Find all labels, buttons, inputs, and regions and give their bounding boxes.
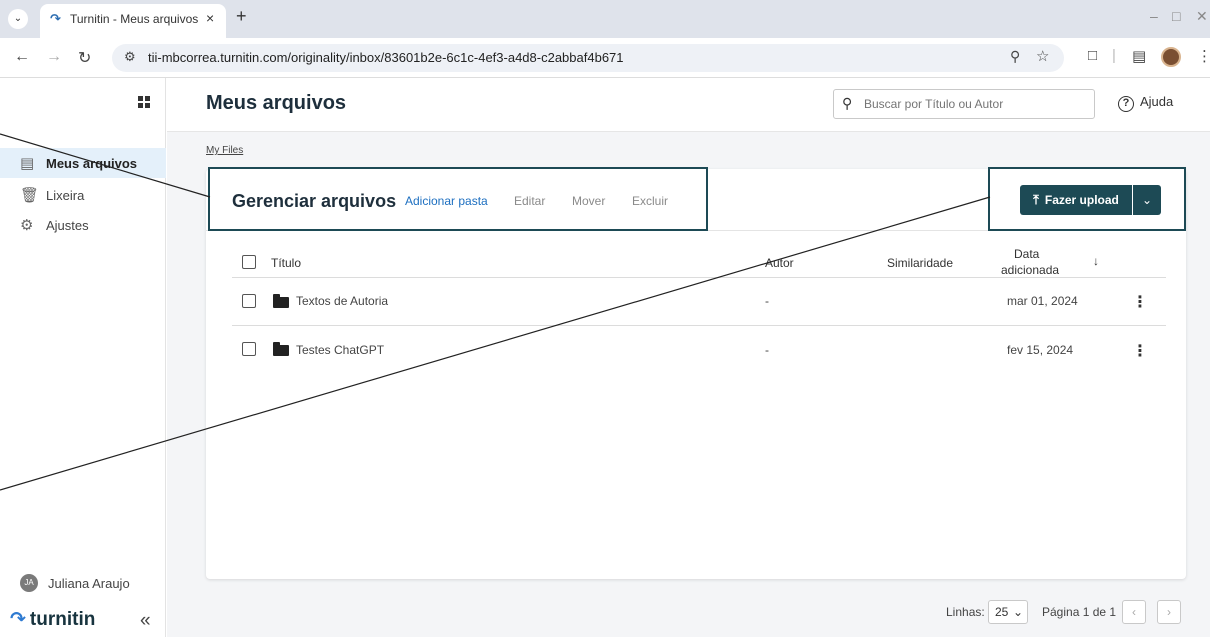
trash-icon: 🗑 [20,187,40,204]
row-divider [232,325,1166,326]
row-checkbox[interactable] [242,342,256,356]
row-more-icon[interactable]: ⋮ [1132,341,1148,361]
row-title[interactable]: Testes ChatGPT [296,343,384,357]
help-button[interactable]: ? Ajuda [1118,94,1173,112]
search-input[interactable] [864,95,1084,113]
help-label: Ajuda [1140,94,1174,109]
browser-tab[interactable]: ↷ Turnitin - Meus arquivos × [40,4,226,38]
sidebar-item-lixeira[interactable]: 🗑 Lixeira [0,180,166,210]
bookmark-star-icon[interactable]: ☆ [1036,47,1049,65]
search-box[interactable]: ⚲ [833,89,1095,119]
turnitin-logo-icon: ↷ [10,609,26,630]
back-icon[interactable]: ← [14,48,30,66]
folder-icon [273,342,289,356]
files-icon: ▤ [20,155,35,172]
browser-tab-bar: ⌄ ↷ Turnitin - Meus arquivos × + – □ ✕ [0,0,1210,38]
logo-text: turnitin [29,609,96,630]
row-author: - [765,294,769,308]
manage-highlight-box [208,167,708,231]
reload-icon[interactable]: ↻ [78,48,91,68]
url-text[interactable]: tii-mbcorrea.turnitin.com/originality/in… [148,50,624,65]
column-author[interactable]: Autor [765,256,794,270]
toolbar-divider: | [1112,47,1116,64]
page-title: Meus arquivos [206,92,347,114]
breadcrumb[interactable]: My Files [206,145,243,156]
sidebar-item-label: Ajustes [46,218,89,233]
close-window-icon[interactable]: ✕ [1196,8,1208,25]
select-all-checkbox[interactable] [242,255,256,269]
user-avatar[interactable]: JA [20,574,38,592]
minimize-icon[interactable]: – [1150,8,1158,24]
turnitin-favicon-icon: ↷ [50,11,61,26]
rows-value: 25 [995,605,1009,619]
zoom-icon[interactable]: ⚲ [1010,48,1020,65]
upload-highlight-box [988,167,1186,231]
tab-list-chevron-icon[interactable]: ⌄ [8,9,28,29]
forward-icon[interactable]: → [46,48,62,66]
column-date-line1[interactable]: Data [1014,247,1039,261]
user-name[interactable]: Juliana Araujo [48,576,130,591]
url-field[interactable]: ⚙ tii-mbcorrea.turnitin.com/originality/… [112,44,1064,72]
chevron-down-icon: ⌄ [1013,605,1024,619]
sidebar-item-ajustes[interactable]: ⚙ Ajustes [0,210,166,240]
page-indicator: Página 1 de 1 [1042,605,1117,619]
sidebar-item-label: Lixeira [46,188,85,203]
row-checkbox[interactable] [242,294,256,308]
site-settings-icon[interactable]: ⚙ [124,49,136,65]
row-date: mar 01, 2024 [1007,294,1078,308]
tab-title: Turnitin - Meus arquivos [70,12,199,26]
next-page-button[interactable]: › [1157,600,1181,624]
row-more-icon[interactable]: ⋮ [1132,292,1148,312]
folder-icon [273,294,289,308]
browser-menu-icon[interactable]: ⋮ [1197,47,1210,65]
extensions-icon[interactable]: □ [1088,47,1097,64]
header-divider [232,277,1166,278]
new-tab-button[interactable]: + [236,6,247,27]
sidebar-item-meus-arquivos[interactable]: ▤ Meus arquivos [0,148,166,178]
sort-descending-icon[interactable]: ↓ [1093,254,1099,268]
row-date: fev 15, 2024 [1007,343,1074,357]
sidebar-item-label: Meus arquivos [46,156,138,171]
gear-icon: ⚙ [20,217,34,234]
rows-per-page-select[interactable]: 25 ⌄ [988,600,1028,624]
rows-label: Linhas: [946,605,985,619]
column-similarity[interactable]: Similaridade [887,256,953,270]
row-author: - [765,343,769,357]
restore-icon[interactable]: □ [1172,8,1180,24]
collapse-sidebar-icon[interactable]: « [140,610,151,632]
address-bar: ← → ↻ ⚙ tii-mbcorrea.turnitin.com/origin… [0,38,1210,78]
prev-page-button[interactable]: ‹ [1122,600,1146,624]
row-title[interactable]: Textos de Autoria [296,294,388,308]
column-title[interactable]: Título [271,256,301,270]
turnitin-logo: ↷ turnitin [10,608,95,631]
tab-close-icon[interactable]: × [206,10,214,26]
side-panel-icon[interactable]: ▤ [1132,47,1146,65]
column-date-line2[interactable]: adicionada [1001,263,1059,277]
help-icon: ? [1118,96,1134,112]
profile-avatar[interactable] [1161,47,1181,67]
search-icon: ⚲ [842,95,853,111]
apps-grid-icon[interactable] [138,96,150,108]
